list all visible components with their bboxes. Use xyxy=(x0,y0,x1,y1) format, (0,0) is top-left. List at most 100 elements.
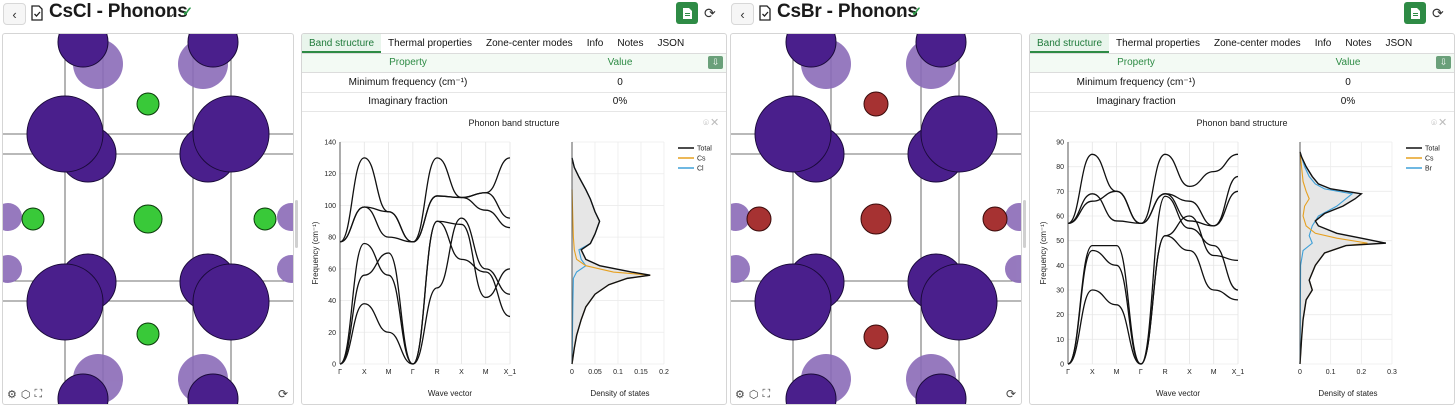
tab-json[interactable]: JSON xyxy=(1379,34,1420,53)
structure-viewer[interactable]: ⚙ ⬡ ⛶ ⟳ xyxy=(2,33,294,405)
settings-icon[interactable]: ⚙ xyxy=(7,388,17,401)
chevron-down-icon[interactable]: ⌄ xyxy=(895,6,905,20)
chart-legend: Total Cs Cl xyxy=(678,146,712,173)
y-tick-label: 80 xyxy=(328,235,336,242)
camera-icon[interactable]: ⌾ xyxy=(703,118,709,129)
column-header-value: Value xyxy=(1335,57,1361,68)
y-tick-label: 10 xyxy=(1056,337,1064,344)
x-tick-label: Γ xyxy=(1066,369,1070,376)
document-check-icon xyxy=(759,5,771,21)
y-tick-label: 90 xyxy=(1056,140,1064,147)
property-cell: Minimum frequency (cm⁻¹) xyxy=(1076,77,1196,88)
tab-notes[interactable]: Notes xyxy=(1338,34,1378,53)
close-plot-icon[interactable]: ✕ xyxy=(710,117,719,129)
table-row: Minimum frequency (cm⁻¹) 0 xyxy=(302,73,726,93)
camera-icon[interactable]: ⌾ xyxy=(1431,118,1437,129)
chart-grid xyxy=(1067,141,1393,365)
dos-tick-label: 0.15 xyxy=(634,369,648,376)
band-line xyxy=(339,220,511,365)
phonon-panel-cscl: ‹ CsCl - Phonons ⌄ ✓ ⟳ ⚙ ⬡ ⛶ ⟳ Band stru… xyxy=(0,0,728,405)
structure-viewer[interactable]: ⚙ ⬡ ⛶ ⟳ xyxy=(730,33,1022,405)
tab-band-structure[interactable]: Band structure xyxy=(1030,34,1110,53)
crystal-structure-view[interactable] xyxy=(3,34,293,404)
band-line xyxy=(339,157,511,243)
x-tick-label: X_1 xyxy=(1232,369,1245,376)
cube-icon[interactable]: ⬡ xyxy=(749,388,759,401)
dos-tick-label: 0.2 xyxy=(1356,369,1366,376)
y-tick-label: 20 xyxy=(328,330,336,337)
dos-tick-label: 0.1 xyxy=(613,369,623,376)
crystal-structure-view[interactable] xyxy=(731,34,1021,404)
chart-legend: Total Cs Br xyxy=(1406,146,1440,173)
y-tick-label: 120 xyxy=(324,171,336,178)
fullscreen-icon[interactable]: ⛶ xyxy=(762,388,770,401)
panel-header: ‹ CsBr - Phonons ⌄ ✓ ⟳ xyxy=(728,0,1456,28)
legend-item: Br xyxy=(1425,166,1433,173)
panel-splitter[interactable] xyxy=(1023,200,1026,248)
back-button[interactable]: ‹ xyxy=(731,3,754,25)
tab-thermal-properties[interactable]: Thermal properties xyxy=(1109,34,1207,53)
x-tick-label: X xyxy=(1090,369,1095,376)
tab-notes[interactable]: Notes xyxy=(610,34,650,53)
back-button[interactable]: ‹ xyxy=(3,3,26,25)
tab-band-structure[interactable]: Band structure xyxy=(302,34,382,53)
y-tick-label: 20 xyxy=(1056,312,1064,319)
tab-info[interactable]: Info xyxy=(1308,34,1339,53)
tab-zone-center-modes[interactable]: Zone-center modes xyxy=(479,34,580,53)
x-tick-label: Γ xyxy=(411,369,415,376)
download-icon: ⇩ xyxy=(711,57,720,67)
y-tick-label: 60 xyxy=(328,266,336,273)
tab-info[interactable]: Info xyxy=(580,34,611,53)
y-tick-label: 70 xyxy=(1056,189,1064,196)
close-plot-icon[interactable]: ✕ xyxy=(1438,117,1447,129)
reset-view-icon[interactable]: ⟳ xyxy=(1006,387,1016,401)
value-cell: 0% xyxy=(1340,96,1356,107)
pdf-icon xyxy=(1410,7,1420,19)
chart-title: Phonon band structure xyxy=(1196,118,1287,128)
band-line xyxy=(1067,175,1239,227)
x-tick-label: X xyxy=(1187,369,1192,376)
chevron-down-icon[interactable]: ⌄ xyxy=(166,6,176,20)
phonon-panel-csbr: ‹ CsBr - Phonons ⌄ ✓ ⟳ ⚙ ⬡ ⛶ ⟳ Band stru… xyxy=(728,0,1456,405)
download-button[interactable]: ⇩ xyxy=(1436,56,1451,69)
dos-total-fill xyxy=(1300,151,1386,364)
phonon-band-structure-chart: Phonon band structure ⌾ ✕ 0 20 40 60 80 100 12… xyxy=(311,117,719,398)
download-icon: ⇩ xyxy=(1439,57,1448,67)
value-cell: 0 xyxy=(1345,77,1351,88)
dos-tick-label: 0.2 xyxy=(659,369,669,376)
viewer-toolbar: ⚙ ⬡ ⛶ xyxy=(735,388,770,401)
dos-tick-label: 0.3 xyxy=(1387,369,1397,376)
export-pdf-button[interactable] xyxy=(1404,2,1426,24)
reset-view-icon[interactable]: ⟳ xyxy=(278,387,288,401)
tab-zone-center-modes[interactable]: Zone-center modes xyxy=(1207,34,1308,53)
y-tick-label: 140 xyxy=(324,140,336,147)
x-tick-label: R xyxy=(435,369,440,376)
settings-icon[interactable]: ⚙ xyxy=(735,388,745,401)
fullscreen-icon[interactable]: ⛶ xyxy=(34,388,42,401)
dos-curves xyxy=(1299,151,1387,365)
refresh-button[interactable]: ⟳ xyxy=(704,5,716,22)
x-tick-label: Γ xyxy=(338,369,342,376)
refresh-button[interactable]: ⟳ xyxy=(1432,5,1444,22)
data-panel: Band structure Thermal properties Zone-c… xyxy=(301,33,727,405)
panel-splitter[interactable] xyxy=(295,200,298,248)
dos-total-fill xyxy=(572,157,651,364)
viewer-toolbar: ⚙ ⬡ ⛶ xyxy=(7,388,42,401)
cube-icon[interactable]: ⬡ xyxy=(21,388,31,401)
chart-title: Phonon band structure xyxy=(468,118,559,128)
dos-tick-label: 0 xyxy=(1298,369,1302,376)
x-tick-label: M xyxy=(1211,369,1217,376)
tab-bar: Band structure Thermal properties Zone-c… xyxy=(302,34,726,54)
y-tick-label: 40 xyxy=(328,298,336,305)
dos-tick-label: 0.1 xyxy=(1326,369,1336,376)
chevron-left-icon: ‹ xyxy=(12,6,17,22)
tab-json[interactable]: JSON xyxy=(651,34,692,53)
legend-item: Total xyxy=(697,146,712,153)
download-button[interactable]: ⇩ xyxy=(708,56,723,69)
tab-thermal-properties[interactable]: Thermal properties xyxy=(381,34,479,53)
x-tick-label: M xyxy=(1114,369,1120,376)
export-pdf-button[interactable] xyxy=(676,2,698,24)
check-icon: ✓ xyxy=(911,4,922,19)
x-tick-label: X xyxy=(362,369,367,376)
x-tick-label: X_1 xyxy=(504,369,517,376)
